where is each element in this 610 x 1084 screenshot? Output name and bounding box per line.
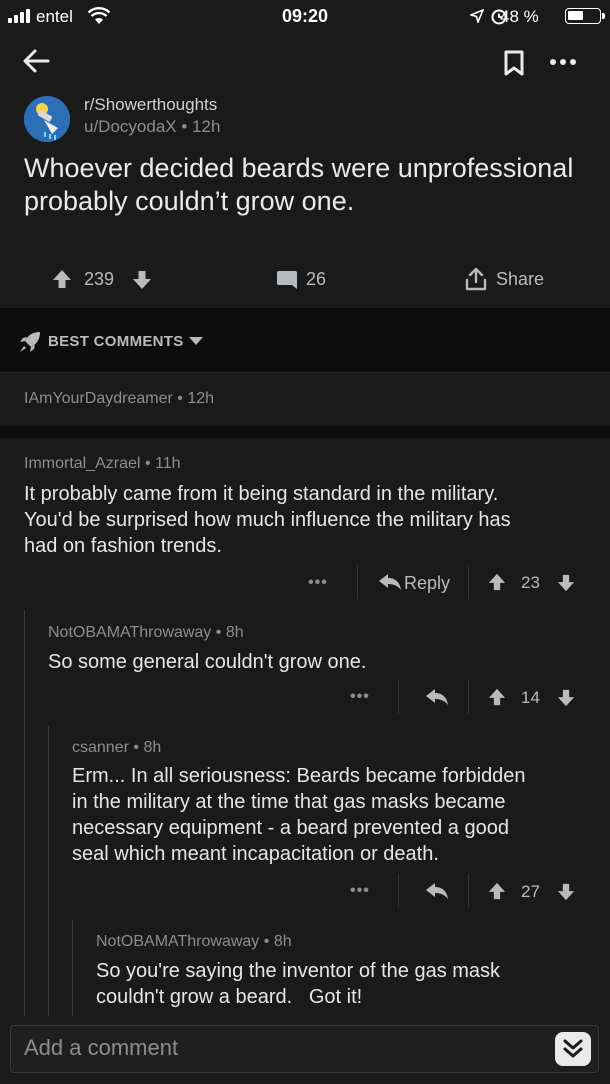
comment-author[interactable]: NotOBAMAThrowaway	[48, 624, 211, 641]
downvote-icon[interactable]	[557, 574, 575, 592]
meta-separator: •	[133, 739, 139, 756]
comment-age: 11h	[155, 455, 181, 472]
rocket-icon	[20, 332, 40, 352]
comment-score: 23	[521, 573, 540, 592]
comment-meta: csanner • 8h	[72, 739, 161, 757]
comment-meta: Immortal_Azrael • 11h	[24, 455, 181, 473]
comment-bubble-icon[interactable]	[276, 269, 298, 291]
comment-score: 14	[521, 688, 540, 707]
comment-age: 8h	[143, 739, 162, 756]
comment-age: 8h	[225, 624, 244, 641]
comment-age: 12h	[187, 390, 215, 407]
subreddit-avatar[interactable]	[24, 96, 70, 142]
reply-icon[interactable]	[425, 882, 449, 900]
comment-line: had on fashion trends.	[24, 535, 222, 557]
comment-score: 27	[521, 882, 540, 901]
comment-body: So you're saying the inventor of the gas…	[96, 958, 601, 1010]
reply-button[interactable]: Reply	[404, 573, 450, 594]
action-separator	[398, 874, 399, 908]
add-comment-placeholder: Add a comment	[24, 1035, 179, 1060]
comment-line: So you're saying the inventor of the gas…	[96, 960, 501, 982]
comment-line: You'd be surprised how much influence th…	[24, 509, 511, 531]
double-chevron-down-icon	[563, 1039, 583, 1058]
thread-line	[24, 610, 25, 1016]
share-icon[interactable]	[464, 266, 488, 292]
reply-icon[interactable]	[378, 573, 402, 591]
share-button[interactable]: Share	[496, 269, 544, 290]
bookmark-icon[interactable]	[503, 49, 525, 77]
meta-separator: •	[263, 933, 270, 950]
post-comment-count[interactable]: 26	[306, 269, 326, 290]
back-arrow-icon[interactable]	[22, 48, 50, 74]
comment-author[interactable]: Immortal_Azrael	[24, 455, 140, 472]
meta-separator: •	[215, 624, 222, 641]
sort-dropdown[interactable]: BEST COMMENTS	[48, 333, 184, 350]
sort-label: BEST COMMENTS	[48, 333, 184, 350]
thread-line	[48, 726, 49, 1016]
meta-separator: •	[181, 117, 188, 136]
comment-line: So some general couldn't grow one.	[48, 651, 367, 673]
comment-line: couldn't grow a beard. Got it!	[96, 986, 363, 1008]
section-divider	[0, 426, 610, 438]
post-meta: u/DocyodaX • 12h	[84, 117, 220, 137]
location-icon	[470, 9, 484, 23]
comment-age: 8h	[273, 933, 292, 950]
comment-line: necessary equipment - a beard prevented …	[72, 817, 509, 839]
comment-meta: IAmYourDaydreamer • 12h	[24, 390, 214, 408]
post-age: 12h	[192, 117, 221, 136]
comment-author[interactable]: NotOBAMAThrowaway	[96, 933, 259, 950]
upvote-icon[interactable]	[488, 882, 506, 900]
upvote-icon[interactable]	[488, 688, 506, 706]
downvote-icon[interactable]	[557, 689, 575, 707]
downvote-icon[interactable]	[557, 883, 575, 901]
more-options-button[interactable]: •••	[350, 688, 370, 706]
comment-meta: NotOBAMAThrowaway • 8h	[48, 624, 244, 642]
subreddit-name[interactable]: r/Showerthoughts	[84, 95, 217, 115]
reply-icon[interactable]	[425, 688, 449, 706]
post-author[interactable]: u/DocyodaX	[84, 117, 177, 136]
post-score: 239	[84, 269, 115, 289]
action-separator	[468, 565, 469, 599]
meta-separator: •	[177, 390, 183, 407]
upvote-icon[interactable]	[488, 573, 506, 591]
comment-body: It probably came from it being standard …	[24, 481, 604, 559]
comment-line: seal which meant incapacitation or death…	[72, 843, 439, 865]
more-options-icon[interactable]	[549, 57, 577, 67]
more-options-button[interactable]: •••	[308, 574, 328, 592]
post-action-bar: 239 26 Share	[0, 260, 610, 300]
chevron-down-icon[interactable]	[188, 336, 204, 346]
comment-line: in the military at the time that gas mas…	[72, 791, 506, 813]
battery-icon	[565, 8, 605, 24]
action-separator	[468, 874, 469, 908]
battery-percent: 48 %	[500, 7, 539, 26]
comment-author[interactable]: csanner	[72, 739, 129, 756]
comment-author[interactable]: IAmYourDaydreamer	[24, 390, 173, 407]
post-title: Whoever decided beards were unprofession…	[24, 153, 574, 216]
status-bar: entel 09:20 48 %	[0, 0, 610, 34]
comment-meta: NotOBAMAThrowaway • 8h	[96, 933, 292, 951]
comment-body: So some general couldn't grow one.	[48, 649, 603, 675]
comment-body: Erm... In all seriousness: Beards became…	[72, 763, 605, 867]
showerhead-icon	[24, 96, 70, 142]
more-options-button[interactable]: •••	[350, 882, 370, 900]
comment-line: Erm... In all seriousness: Beards became…	[72, 765, 526, 787]
action-separator	[398, 680, 399, 714]
upvote-icon[interactable]	[52, 269, 72, 289]
action-separator	[468, 680, 469, 714]
thread-line	[72, 920, 73, 1016]
meta-separator: •	[144, 455, 151, 472]
jump-to-next-button[interactable]	[555, 1032, 591, 1066]
downvote-icon[interactable]	[132, 270, 152, 290]
comment-line: It probably came from it being standard …	[24, 483, 499, 505]
action-separator	[357, 565, 358, 599]
